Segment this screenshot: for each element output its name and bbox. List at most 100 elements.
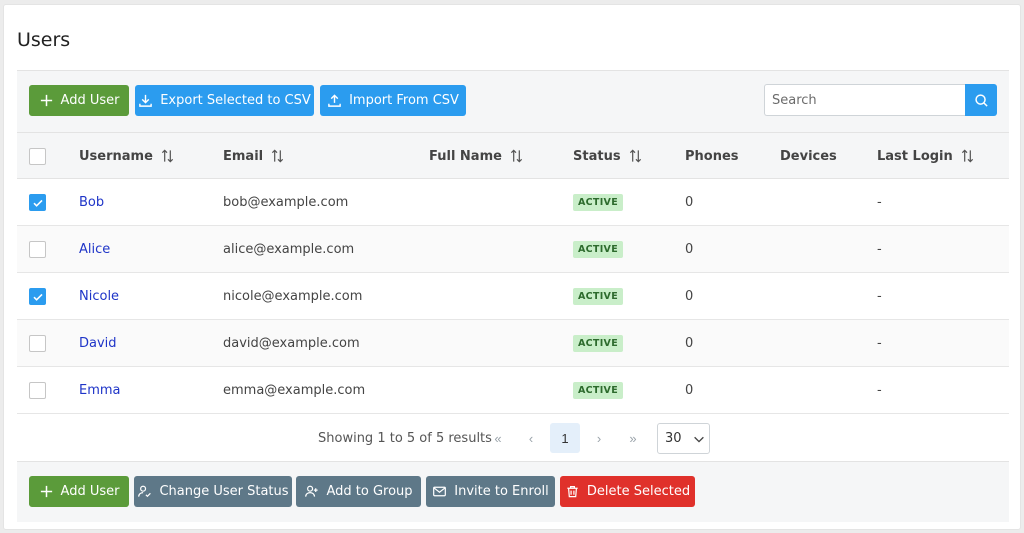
plus-icon <box>40 94 52 107</box>
last-login-cell: - <box>877 288 882 304</box>
export-csv-button[interactable]: Export Selected to CSV <box>135 85 314 116</box>
last-page-button[interactable]: » <box>618 423 648 453</box>
plus-icon <box>40 485 52 498</box>
trash-icon <box>567 486 578 498</box>
status-cell: ACTIVE <box>573 367 623 413</box>
add-to-group-label: Add to Group <box>326 484 413 499</box>
phones-cell: 0 <box>685 288 694 304</box>
username-link[interactable]: Bob <box>79 179 104 225</box>
table-row: Nicole nicole@example.com ACTIVE 0 - <box>17 273 1009 320</box>
invite-to-enroll-button[interactable]: Invite to Enroll <box>426 476 555 507</box>
column-username-label: Username <box>79 148 153 164</box>
page-1-button[interactable]: 1 <box>550 423 580 453</box>
search-button[interactable] <box>965 84 997 116</box>
upload-icon <box>328 94 341 107</box>
column-last-login[interactable]: Last Login <box>877 133 975 179</box>
sort-icon <box>161 149 174 163</box>
add-to-group-button[interactable]: Add to Group <box>296 476 421 507</box>
page-size-value: 30 <box>665 431 682 446</box>
email-cell: david@example.com <box>223 335 360 351</box>
email-cell: bob@example.com <box>223 194 349 210</box>
import-csv-label: Import From CSV <box>349 93 459 108</box>
prev-page-button[interactable]: ‹ <box>516 423 546 453</box>
table-row: Bob bob@example.com ACTIVE 0 - <box>17 179 1009 226</box>
column-devices-label: Devices <box>780 148 837 164</box>
column-phones: Phones <box>685 133 739 179</box>
row-select-checkbox[interactable] <box>29 288 46 305</box>
row-select-checkbox[interactable] <box>29 335 46 352</box>
phones-cell: 0 <box>685 382 694 398</box>
user-check-icon <box>138 485 152 498</box>
check-icon <box>32 293 43 301</box>
status-badge: ACTIVE <box>573 381 623 399</box>
first-page-button[interactable]: « <box>483 423 513 453</box>
column-devices: Devices <box>780 133 837 179</box>
sort-icon <box>961 149 973 163</box>
status-cell: ACTIVE <box>573 179 623 225</box>
table-body: Bob bob@example.com ACTIVE 0 - Alice alice@exa… <box>17 179 1009 414</box>
email-cell: nicole@example.com <box>223 288 363 304</box>
column-phones-label: Phones <box>685 148 739 164</box>
user-plus-icon <box>305 485 319 497</box>
chevron-down-icon <box>693 436 704 443</box>
select-all-checkbox[interactable] <box>29 148 46 165</box>
check-icon <box>32 199 43 207</box>
column-email-label: Email <box>223 148 264 164</box>
page-title: Users <box>17 29 71 51</box>
footer-add-user-label: Add User <box>60 484 120 499</box>
top-toolbar: Add User Export Selected to CSV Import F… <box>17 70 1009 132</box>
invite-to-enroll-label: Invite to Enroll <box>454 484 549 499</box>
status-badge: ACTIVE <box>573 193 623 211</box>
phones-cell: 0 <box>685 241 694 257</box>
username-link[interactable]: Nicole <box>79 273 119 319</box>
username-link[interactable]: Emma <box>79 367 121 413</box>
import-csv-button[interactable]: Import From CSV <box>320 85 466 116</box>
delete-selected-label: Delete Selected <box>586 484 691 499</box>
email-cell: emma@example.com <box>223 382 366 398</box>
username-link[interactable]: David <box>79 320 117 366</box>
status-badge: ACTIVE <box>573 287 623 305</box>
status-cell: ACTIVE <box>573 320 623 366</box>
envelope-icon <box>433 486 447 497</box>
status-badge: ACTIVE <box>573 334 623 352</box>
table-row: Alice alice@example.com ACTIVE 0 - <box>17 226 1009 273</box>
column-full-name-label: Full Name <box>429 148 502 164</box>
last-login-cell: - <box>877 194 882 210</box>
users-panel: Users Add User Export Selected to CSV Im… <box>3 4 1021 530</box>
sort-icon <box>272 149 284 163</box>
change-user-status-label: Change User Status <box>159 484 289 499</box>
row-select-checkbox[interactable] <box>29 194 46 211</box>
table-row: Emma emma@example.com ACTIVE 0 - <box>17 367 1009 414</box>
search-input[interactable] <box>764 84 965 116</box>
phones-cell: 0 <box>685 194 694 210</box>
add-user-button[interactable]: Add User <box>29 85 129 116</box>
users-table: Username Email Full Name Status Phones D… <box>17 132 1009 414</box>
column-status-label: Status <box>573 148 621 164</box>
username-link[interactable]: Alice <box>79 226 110 272</box>
status-cell: ACTIVE <box>573 273 623 319</box>
phones-cell: 0 <box>685 335 694 351</box>
table-row: David david@example.com ACTIVE 0 - <box>17 320 1009 367</box>
table-header: Username Email Full Name Status Phones D… <box>17 132 1009 179</box>
column-username[interactable]: Username <box>79 133 175 179</box>
last-login-cell: - <box>877 241 882 257</box>
delete-selected-button[interactable]: Delete Selected <box>560 476 695 507</box>
column-email[interactable]: Email <box>223 133 285 179</box>
column-status[interactable]: Status <box>573 133 643 179</box>
status-badge: ACTIVE <box>573 240 623 258</box>
page-size-select[interactable]: 30 <box>657 423 710 454</box>
pagination-summary: Showing 1 to 5 of 5 results <box>318 431 492 446</box>
email-cell: alice@example.com <box>223 241 355 257</box>
bulk-actions-bar: Add User Change User Status Add to Group… <box>17 462 1009 522</box>
sort-icon <box>510 149 523 163</box>
next-page-button[interactable]: › <box>584 423 614 453</box>
add-user-label: Add User <box>60 93 120 108</box>
export-csv-label: Export Selected to CSV <box>160 93 311 108</box>
row-select-checkbox[interactable] <box>29 382 46 399</box>
footer-add-user-button[interactable]: Add User <box>29 476 129 507</box>
search-icon <box>974 93 988 107</box>
last-login-cell: - <box>877 382 882 398</box>
column-full-name[interactable]: Full Name <box>429 133 524 179</box>
change-user-status-button[interactable]: Change User Status <box>134 476 292 507</box>
row-select-checkbox[interactable] <box>29 241 46 258</box>
